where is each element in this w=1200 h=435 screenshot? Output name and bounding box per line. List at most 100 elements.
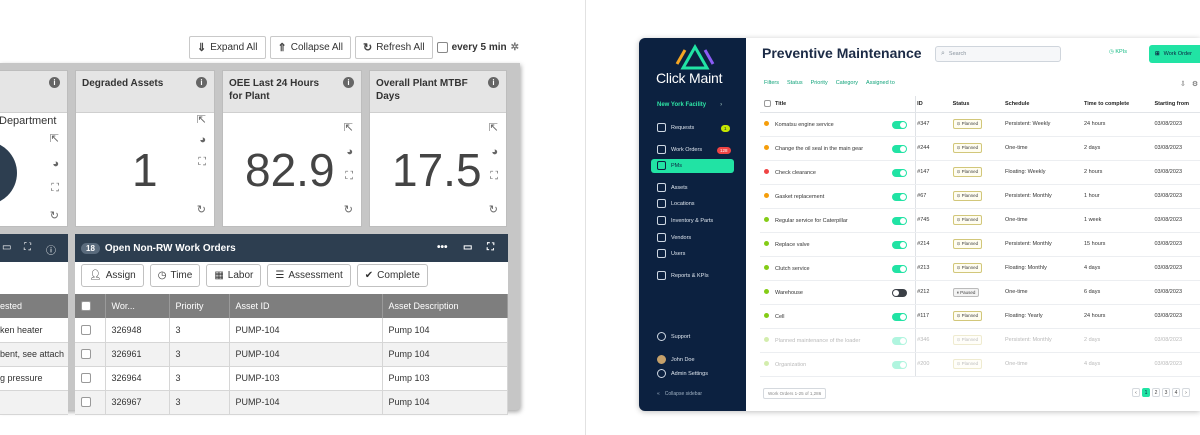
kpis-link[interactable]: ◷ KPIs (1109, 49, 1127, 55)
pm-title[interactable]: Check clearance (775, 170, 816, 176)
pm-active-toggle[interactable] (892, 240, 908, 249)
labor-button[interactable]: ▦ Labor (206, 264, 262, 287)
window-icon[interactable]: ▭ (463, 242, 472, 253)
pm-title[interactable]: Planned maintenance of the loader (775, 338, 860, 344)
asset-link[interactable]: PUMP-104 (229, 318, 383, 343)
table-row[interactable]: Change the oil seal in the main gear #244… (760, 136, 1200, 161)
table-row[interactable]: Organization #200 ⊙ Planned One-time 4 days 0… (760, 352, 1200, 377)
column-header[interactable]: Asset ID (229, 294, 383, 318)
filter-priority[interactable]: Priority (811, 80, 828, 86)
assessment-button[interactable]: ☰ Assessment (267, 264, 351, 287)
work-order-link[interactable]: 326964 (105, 366, 170, 391)
table-row[interactable]: 326964 3 PUMP-103 Pump 103 (75, 366, 508, 391)
pie-chart-icon[interactable]: ◕ (52, 159, 59, 170)
expand-all-button[interactable]: ⇓ Expand All (189, 36, 266, 59)
complete-button[interactable]: ✔ Complete (356, 264, 428, 287)
fullscreen-icon[interactable]: ⛶ (490, 171, 498, 182)
page-button[interactable]: 3 (1162, 388, 1170, 397)
table-row[interactable]: Clutch service #213 ⊙ Planned Floating: Mon… (760, 256, 1200, 281)
pm-active-toggle[interactable] (892, 168, 908, 177)
pm-title[interactable]: Cell (775, 314, 784, 320)
work-order-link[interactable]: 326948 (105, 318, 170, 343)
pm-active-toggle[interactable] (892, 120, 908, 129)
pm-active-toggle[interactable] (892, 312, 908, 321)
pm-title[interactable]: Warehouse (775, 290, 803, 296)
refresh-icon[interactable]: ↻ (50, 211, 59, 222)
select-all-checkbox[interactable] (81, 301, 91, 312)
page-button[interactable]: 1 (1142, 388, 1150, 397)
row-checkbox[interactable] (81, 373, 91, 384)
filter-assigned-to[interactable]: Assigned to (866, 80, 895, 86)
fullscreen-icon[interactable]: ⛶ (345, 171, 353, 182)
pm-active-toggle[interactable] (892, 144, 908, 153)
column-header[interactable]: Wor... (105, 294, 170, 318)
column-header[interactable]: Title (775, 101, 786, 107)
filter-filters[interactable]: Filters (764, 80, 779, 86)
asset-link[interactable]: PUMP-104 (229, 390, 383, 415)
row-checkbox[interactable] (81, 397, 91, 408)
sidebar-item-admin-settings[interactable]: Admin Settings (657, 369, 708, 378)
table-row[interactable]: Regular service for Caterpillar #745 ⊙ Pla… (760, 208, 1200, 233)
prev-page-button[interactable]: ‹ (1132, 388, 1140, 397)
pm-title[interactable]: Clutch service (775, 266, 810, 272)
facility-selector[interactable]: New York Facility › (657, 102, 722, 108)
pie-chart-icon[interactable]: ◕ (199, 135, 206, 146)
info-icon[interactable]: i (196, 77, 207, 88)
table-row[interactable]: Check clearance #147 ⊙ Planned Floating: We… (760, 160, 1200, 185)
table-row[interactable]: Cell #117 ⊙ Planned Floating: Yearly 24 hour… (760, 304, 1200, 329)
table-row[interactable]: Replace valve #214 ⊙ Planned Persistent: Mo… (760, 232, 1200, 257)
info-icon[interactable]: i (488, 77, 499, 88)
row-checkbox[interactable] (81, 325, 91, 336)
sidebar-item-reports[interactable]: Reports & KPIs (657, 271, 709, 280)
table-row[interactable]: 326967 3 PUMP-104 Pump 104 (75, 390, 508, 415)
asset-link[interactable]: PUMP-103 (229, 366, 383, 391)
table-row[interactable]: Gasket replacement #67 ⊙ Planned Persistent… (760, 184, 1200, 209)
fullscreen-icon[interactable]: ⛶ (487, 242, 494, 253)
column-header[interactable]: Starting from (1150, 96, 1200, 113)
filter-status[interactable]: Status (787, 80, 803, 86)
sidebar-item-work-orders[interactable]: Work Orders (657, 145, 702, 154)
external-link-icon[interactable]: ⇱ (50, 134, 59, 145)
table-row[interactable]: Warehouse #212 ⏸ Paused One-time 6 days 03/08… (760, 280, 1200, 305)
refresh-icon[interactable]: ↻ (197, 205, 206, 216)
pm-title[interactable]: Regular service for Caterpillar (775, 218, 848, 224)
pm-active-toggle[interactable] (892, 192, 908, 201)
page-button[interactable]: 4 (1172, 388, 1180, 397)
time-button[interactable]: ◷ Time (149, 264, 201, 287)
filter-category[interactable]: Category (836, 80, 858, 86)
pm-title[interactable]: Organization (775, 362, 806, 368)
table-row[interactable]: 326961 3 PUMP-104 Pump 104 (75, 342, 508, 367)
sidebar-item-support[interactable]: Support (657, 332, 690, 341)
pie-chart-icon[interactable]: ◕ (346, 147, 353, 158)
sidebar-item-users[interactable]: Users (657, 249, 685, 258)
sidebar-item-locations[interactable]: Locations (657, 199, 695, 208)
page-button[interactable]: 2 (1152, 388, 1160, 397)
fullscreen-icon[interactable]: ⛶ (51, 183, 59, 194)
refresh-all-button[interactable]: ↻ Refresh All (354, 36, 433, 59)
table-row[interactable]: Komatsu engine service #347 ⊙ Planned Persi… (760, 112, 1200, 137)
sidebar-item-inventory[interactable]: Inventory & Parts (657, 216, 713, 225)
work-order-link[interactable]: 326961 (105, 342, 170, 367)
settings-icon[interactable]: ⚙ (1192, 80, 1198, 88)
pm-active-toggle[interactable] (892, 336, 908, 345)
column-header[interactable]: Time to complete (1080, 96, 1151, 113)
sidebar-item-pms[interactable]: PMs (657, 161, 682, 170)
assign-button[interactable]: 👤︎ Assign (81, 264, 144, 287)
table-row[interactable]: Planned maintenance of the loader #346 ⊙ P… (760, 328, 1200, 353)
row-checkbox[interactable] (81, 349, 91, 360)
pm-active-toggle[interactable] (892, 360, 908, 369)
collapse-all-button[interactable]: ⇑ Collapse All (269, 36, 351, 59)
external-link-icon[interactable]: ⇱ (344, 123, 353, 134)
info-icon[interactable]: i (49, 77, 60, 88)
info-icon[interactable]: ⓘ (46, 242, 56, 257)
column-header[interactable]: Schedule (1000, 96, 1080, 113)
next-page-button[interactable]: › (1182, 388, 1190, 397)
collapse-sidebar-button[interactable]: «Collapse sidebar (657, 391, 702, 397)
refresh-icon[interactable]: ↻ (344, 205, 353, 216)
pm-active-toggle[interactable] (892, 288, 908, 297)
sidebar-item-vendors[interactable]: Vendors (657, 233, 691, 242)
column-header[interactable]: Status (948, 96, 1001, 113)
asset-link[interactable]: PUMP-104 (229, 342, 383, 367)
window-icon[interactable]: ▭ (2, 242, 11, 253)
sidebar-item-assets[interactable]: Assets (657, 183, 688, 192)
